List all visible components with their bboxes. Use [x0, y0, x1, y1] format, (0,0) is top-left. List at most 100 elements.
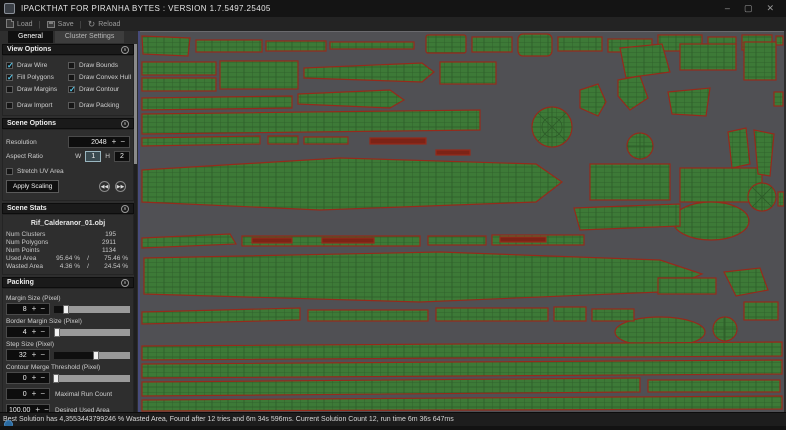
checkbox-stretch-uv-area[interactable]: Stretch UV Area — [6, 166, 64, 176]
minus-icon[interactable]: − — [38, 327, 47, 337]
margin-size-input[interactable]: 8 + − — [6, 303, 50, 315]
plus-icon[interactable]: + — [30, 327, 39, 337]
minus-icon[interactable]: − — [38, 350, 47, 360]
slider-handle[interactable] — [53, 374, 59, 383]
status-bar: Best Solution has 4,3553443799246 % Wast… — [0, 412, 786, 426]
minimize-icon[interactable]: – — [725, 0, 730, 17]
maximize-icon[interactable]: ▢ — [744, 0, 753, 17]
stat-value: 4.36 % — [46, 263, 80, 270]
close-icon[interactable]: ✕ — [766, 0, 774, 17]
slider-handle[interactable] — [63, 305, 69, 314]
checkbox-label: Draw Margins — [17, 86, 57, 93]
load-button[interactable]: Load — [6, 21, 33, 28]
contour-merge-threshold-value: 0 — [9, 375, 30, 382]
plus-icon[interactable]: + — [30, 304, 39, 314]
checkbox-icon[interactable] — [6, 86, 13, 93]
plus-icon[interactable]: + — [30, 350, 39, 360]
stat-value: 24.54 % — [96, 263, 130, 270]
minus-icon[interactable]: − — [118, 137, 127, 147]
margin-size-slider[interactable] — [54, 306, 130, 313]
checkbox-draw-import[interactable]: Draw Import — [6, 100, 68, 110]
minus-icon[interactable]: − — [38, 304, 47, 314]
apply-scaling-button[interactable]: Apply Scaling — [6, 180, 59, 193]
view-options-grid: Draw Wire Draw Bounds Fill Polygons Draw… — [6, 59, 130, 111]
stat-value: 195 — [100, 231, 130, 238]
uv-viewport[interactable] — [140, 31, 784, 412]
collapse-icon[interactable]: ∧ — [121, 46, 129, 54]
collapse-icon[interactable]: ∧ — [121, 279, 129, 287]
reload-button[interactable]: ↻ Reload — [88, 19, 121, 29]
plus-icon[interactable]: + — [30, 373, 39, 383]
view-options-header[interactable]: View Options ∧ — [2, 44, 134, 55]
plus-icon[interactable]: + — [110, 137, 119, 147]
step-size-label: Step Size (Pixel) — [6, 341, 130, 348]
checkbox-icon[interactable] — [68, 74, 75, 81]
status-text: Best Solution has 4,3553443799246 % Wast… — [3, 416, 454, 423]
tab-cluster-settings[interactable]: Cluster Settings — [55, 31, 124, 43]
checkbox-label: Stretch UV Area — [17, 168, 64, 175]
uv-islands-layer — [142, 34, 784, 411]
checkbox-icon[interactable] — [6, 74, 13, 81]
aspect-w-input[interactable]: 1 — [85, 151, 101, 162]
scene-options-title: Scene Options — [7, 120, 121, 127]
checkbox-icon[interactable] — [6, 168, 13, 175]
border-margin-size-value: 4 — [9, 329, 30, 336]
title-bar: IPACKTHAT FOR PIRANHA BYTES : VERSION 1.… — [0, 0, 786, 17]
aspect-w-label: W — [75, 153, 81, 160]
slider-handle[interactable] — [54, 328, 60, 337]
slider-handle[interactable] — [93, 351, 99, 360]
checkbox-icon[interactable] — [6, 62, 13, 69]
checkbox-draw-convex-hull[interactable]: Draw Convex Hull — [68, 72, 130, 82]
checkbox-draw-packing[interactable]: Draw Packing — [68, 100, 130, 110]
scene-options-header[interactable]: Scene Options ∧ — [2, 118, 134, 129]
save-button[interactable]: Save — [47, 21, 74, 28]
border-margin-size-control: 4 + − — [6, 326, 130, 338]
checkbox-draw-contour[interactable]: Draw Contour — [68, 84, 130, 94]
scene-stats-header[interactable]: Scene Stats ∧ — [2, 203, 134, 214]
border-margin-size-slider[interactable] — [54, 329, 130, 336]
panel-scrollbar[interactable] — [134, 44, 137, 412]
border-margin-size-input[interactable]: 4 + − — [6, 326, 50, 338]
margin-size-label: Margin Size (Pixel) — [6, 295, 130, 302]
checkbox-icon[interactable] — [68, 102, 75, 109]
app-icon — [4, 3, 15, 14]
scrollbar-thumb[interactable] — [134, 44, 137, 164]
packing-header[interactable]: Packing ∧ — [2, 277, 134, 288]
prev-solution-button[interactable]: ◀◀ — [99, 181, 110, 192]
checkbox-draw-wire[interactable]: Draw Wire — [6, 60, 68, 70]
checkbox-draw-bounds[interactable]: Draw Bounds — [68, 60, 130, 70]
checkbox-icon[interactable] — [68, 62, 75, 69]
stat-row-num-polygons: Num Polygons 2911 — [6, 238, 130, 246]
checkbox-draw-margins[interactable]: Draw Margins — [6, 84, 68, 94]
checkbox-icon[interactable] — [6, 102, 13, 109]
tab-general[interactable]: General — [8, 31, 53, 43]
collapse-icon[interactable]: ∧ — [121, 205, 129, 213]
checkbox-label: Fill Polygons — [17, 74, 54, 81]
step-size-slider[interactable] — [54, 352, 130, 359]
load-label: Load — [17, 21, 33, 28]
view-options-title: View Options — [7, 46, 121, 53]
plus-icon[interactable]: + — [30, 389, 39, 399]
contour-merge-threshold-input[interactable]: 0 + − — [6, 372, 50, 384]
minus-icon[interactable]: − — [38, 389, 47, 399]
toolbar: Load | Save | ↻ Reload — [0, 17, 786, 31]
resolution-input[interactable]: 2048 + − — [68, 136, 130, 148]
resolution-value: 2048 — [71, 139, 110, 146]
step-size-input[interactable]: 32 + − — [6, 349, 50, 361]
minus-icon[interactable]: − — [38, 373, 47, 383]
stat-value: 75.46 % — [96, 255, 130, 262]
maximal-run-count-input[interactable]: 0 + − — [6, 388, 50, 400]
toolbar-separator: | — [80, 20, 82, 29]
viewport-canvas[interactable] — [140, 32, 784, 413]
step-size-control: 32 + − — [6, 349, 130, 361]
stat-value: 95.64 % — [46, 255, 80, 262]
next-solution-button[interactable]: ▶▶ — [115, 181, 126, 192]
stat-label: Num Clusters — [6, 231, 100, 238]
aspect-h-input[interactable]: 2 — [114, 151, 130, 162]
contour-merge-threshold-slider[interactable] — [54, 375, 130, 382]
checkbox-fill-polygons[interactable]: Fill Polygons — [6, 72, 68, 82]
collapse-icon[interactable]: ∧ — [121, 120, 129, 128]
border-margin-size-label: Border Margin Size (Pixel) — [6, 318, 130, 325]
checkbox-icon[interactable] — [68, 86, 75, 93]
maximal-run-count-value: 0 — [9, 391, 30, 398]
